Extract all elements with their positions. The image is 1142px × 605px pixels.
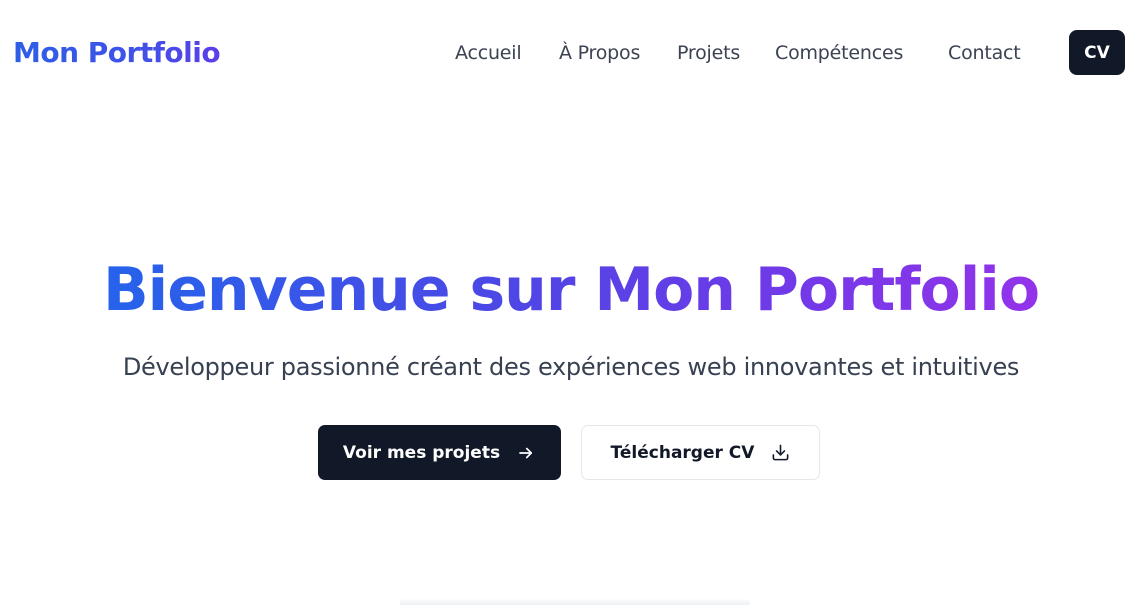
nav-link-a-propos[interactable]: À Propos <box>559 40 640 66</box>
nav-link-accueil[interactable]: Accueil <box>455 40 522 66</box>
download-icon <box>770 443 790 463</box>
site-logo[interactable]: Mon Portfolio <box>13 34 221 72</box>
view-projects-button[interactable]: Voir mes projets <box>318 425 561 480</box>
nav-link-projets[interactable]: Projets <box>677 40 740 66</box>
download-cv-label: Télécharger CV <box>610 442 755 463</box>
hero-title-text: Bienvenue sur Mon Portfolio <box>102 255 1040 325</box>
arrow-right-icon <box>516 443 536 463</box>
hero-subtitle: Développeur passionné créant des expérie… <box>122 353 1020 381</box>
next-section-hint <box>400 598 750 605</box>
nav-link-contact[interactable]: Contact <box>948 40 1021 66</box>
navbar: Mon Portfolio Accueil À Propos Projets C… <box>0 0 1142 105</box>
nav-link-competences[interactable]: Compétences <box>775 40 903 66</box>
view-projects-label: Voir mes projets <box>342 442 501 463</box>
hero-title: Bienvenue sur Mon Portfolio <box>0 252 1142 328</box>
download-cv-button[interactable]: Télécharger CV <box>581 425 820 480</box>
cv-button[interactable]: CV <box>1069 30 1125 75</box>
